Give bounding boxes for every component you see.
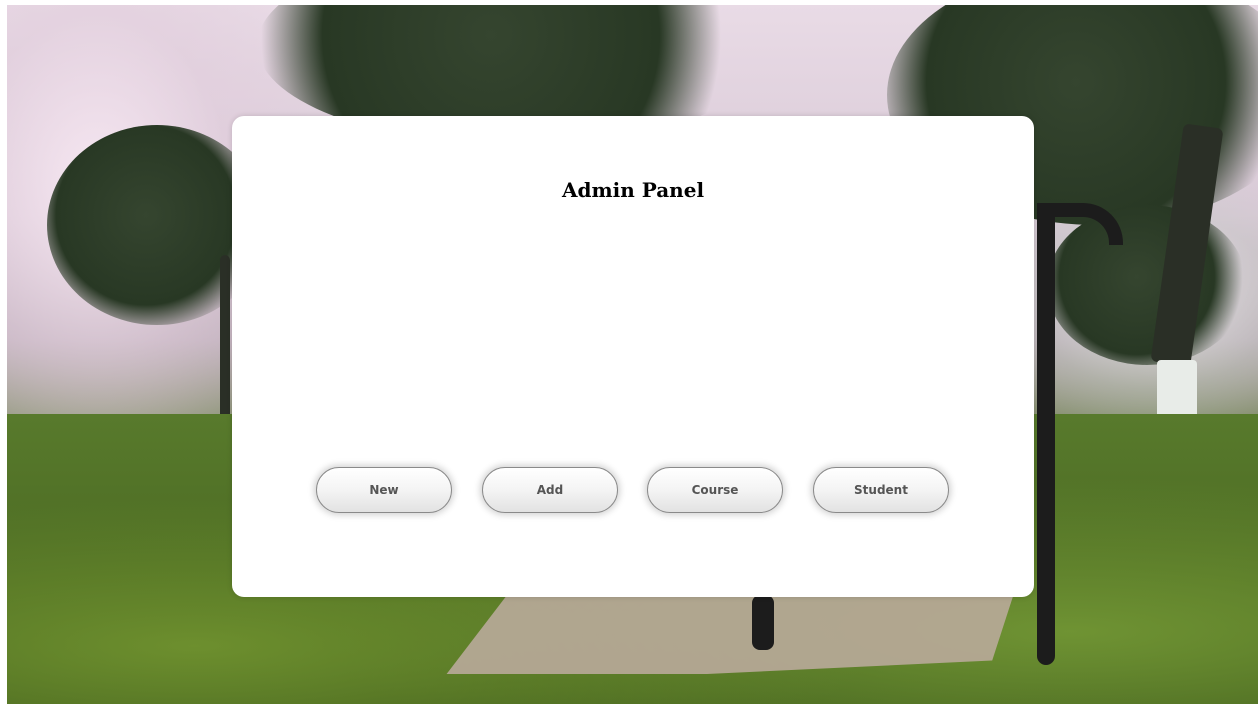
new-button[interactable]: New (316, 467, 452, 513)
student-button[interactable]: Student (813, 467, 949, 513)
bench-leg (752, 595, 774, 650)
button-row: New Add Course Student (316, 467, 956, 513)
panel-title: Admin Panel (561, 178, 705, 202)
course-button[interactable]: Course (647, 467, 783, 513)
bench-frame (1037, 205, 1055, 665)
add-button[interactable]: Add (482, 467, 618, 513)
tree-trunk (220, 255, 230, 425)
admin-panel-card: Admin Panel New Add Course Student (232, 116, 1034, 597)
